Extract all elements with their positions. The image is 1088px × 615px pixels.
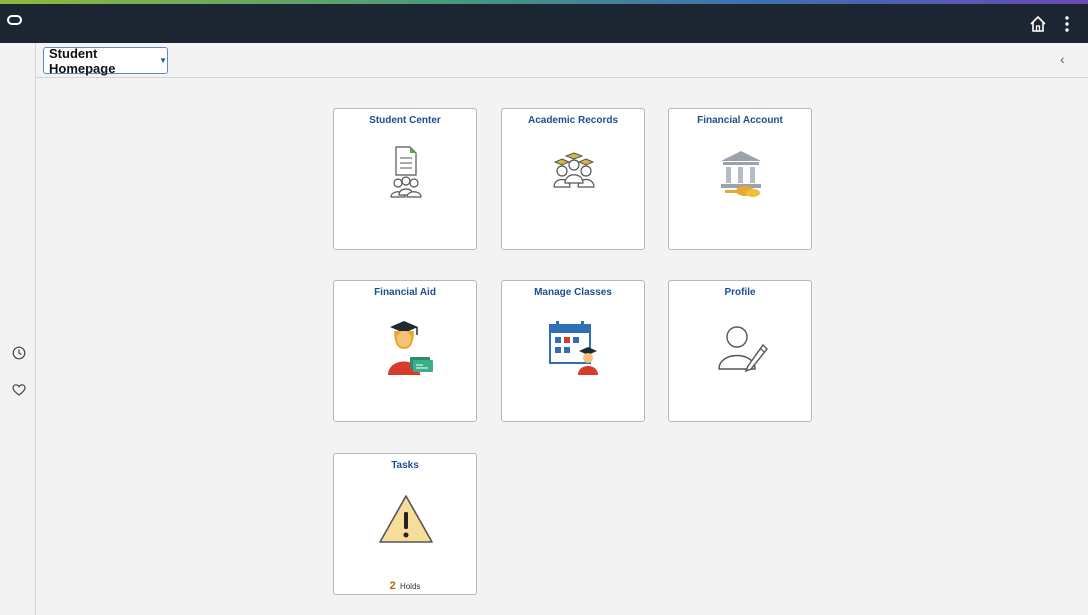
holds-label: Holds [399, 582, 421, 591]
academic-records-icon [553, 152, 595, 188]
holds-count: 2 Holds [334, 580, 476, 592]
tile-academic-records[interactable]: Academic Records [501, 108, 645, 250]
tile-title: Profile [724, 287, 756, 298]
homepage-selector-label: Student Homepage [49, 45, 116, 76]
profile-edit-icon [718, 326, 768, 373]
graduate-money-icon [388, 321, 433, 375]
tile-title: Student Center [369, 115, 441, 126]
clock-icon[interactable] [12, 346, 26, 360]
warning-icon [379, 495, 433, 543]
tile-financial-account[interactable]: Financial Account [668, 108, 812, 250]
tile-student-center[interactable]: Student Center [333, 108, 477, 250]
tile-financial-aid[interactable]: Financial Aid [333, 280, 477, 422]
tile-title: Financial Account [697, 115, 783, 126]
left-rail [0, 43, 36, 615]
tile-profile[interactable]: Profile [668, 280, 812, 422]
homepage-selector[interactable]: Student Homepage ▼ [43, 45, 168, 76]
top-navigation-bar [0, 4, 1088, 43]
caret-down-icon: ▼ [159, 56, 167, 65]
oracle-ring-icon [7, 15, 22, 25]
home-icon[interactable] [1028, 14, 1048, 34]
heart-icon[interactable] [12, 383, 26, 397]
tile-tasks[interactable]: Tasks 2 Holds [333, 453, 477, 595]
tile-title: Tasks [391, 460, 419, 471]
tile-title: Financial Aid [374, 287, 436, 298]
tile-title: Academic Records [527, 115, 619, 126]
tile-manage-classes[interactable]: Manage Classes [501, 280, 645, 422]
calendar-graduate-icon [549, 321, 598, 375]
chevron-left-icon[interactable]: ‹ [1060, 51, 1065, 67]
bank-icon [721, 151, 761, 197]
holds-number: 2 [389, 580, 396, 592]
tile-title: Manage Classes [534, 287, 612, 298]
student-center-icon [390, 146, 422, 198]
page-bar: Student Homepage ▼ ‹ [36, 43, 1088, 78]
kebab-menu-icon[interactable] [1060, 14, 1074, 34]
